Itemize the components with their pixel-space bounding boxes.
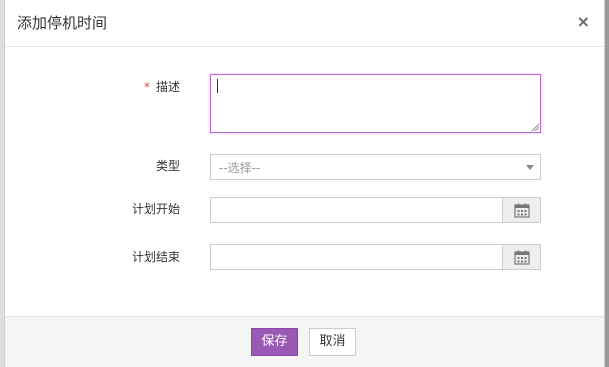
plan-end-calendar-button[interactable] xyxy=(502,245,540,269)
description-textarea[interactable] xyxy=(210,74,541,133)
dialog-header: 添加停机时间 × xyxy=(5,0,604,47)
description-label-wrap: * 描述 xyxy=(5,79,180,95)
resize-grip-icon[interactable] xyxy=(531,123,539,131)
plan-end-label: 计划结束 xyxy=(131,250,180,264)
plan-end-input[interactable] xyxy=(210,244,541,270)
description-label: 描述 xyxy=(155,80,180,94)
calendar-icon xyxy=(513,250,530,265)
type-label: 类型 xyxy=(155,159,180,173)
type-select-value: --选择-- xyxy=(219,161,261,175)
save-button[interactable]: 保存 xyxy=(251,328,298,356)
type-select[interactable]: --选择-- xyxy=(210,154,541,180)
calendar-icon xyxy=(513,203,530,218)
close-button[interactable]: × xyxy=(577,12,590,32)
chevron-down-icon xyxy=(526,165,534,170)
dialog-footer: 保存 取消 xyxy=(5,316,604,367)
dialog-title: 添加停机时间 xyxy=(17,14,108,32)
text-caret xyxy=(217,79,218,93)
cancel-button[interactable]: 取消 xyxy=(309,328,356,356)
required-mark: * xyxy=(143,80,150,94)
add-downtime-dialog: 添加停机时间 × * 描述 类型 --选择-- 计划开始 计划结束 保存 取消 xyxy=(4,0,605,367)
plan-start-input[interactable] xyxy=(210,197,541,223)
plan-start-label: 计划开始 xyxy=(131,202,180,216)
plan-start-calendar-button[interactable] xyxy=(502,198,540,222)
